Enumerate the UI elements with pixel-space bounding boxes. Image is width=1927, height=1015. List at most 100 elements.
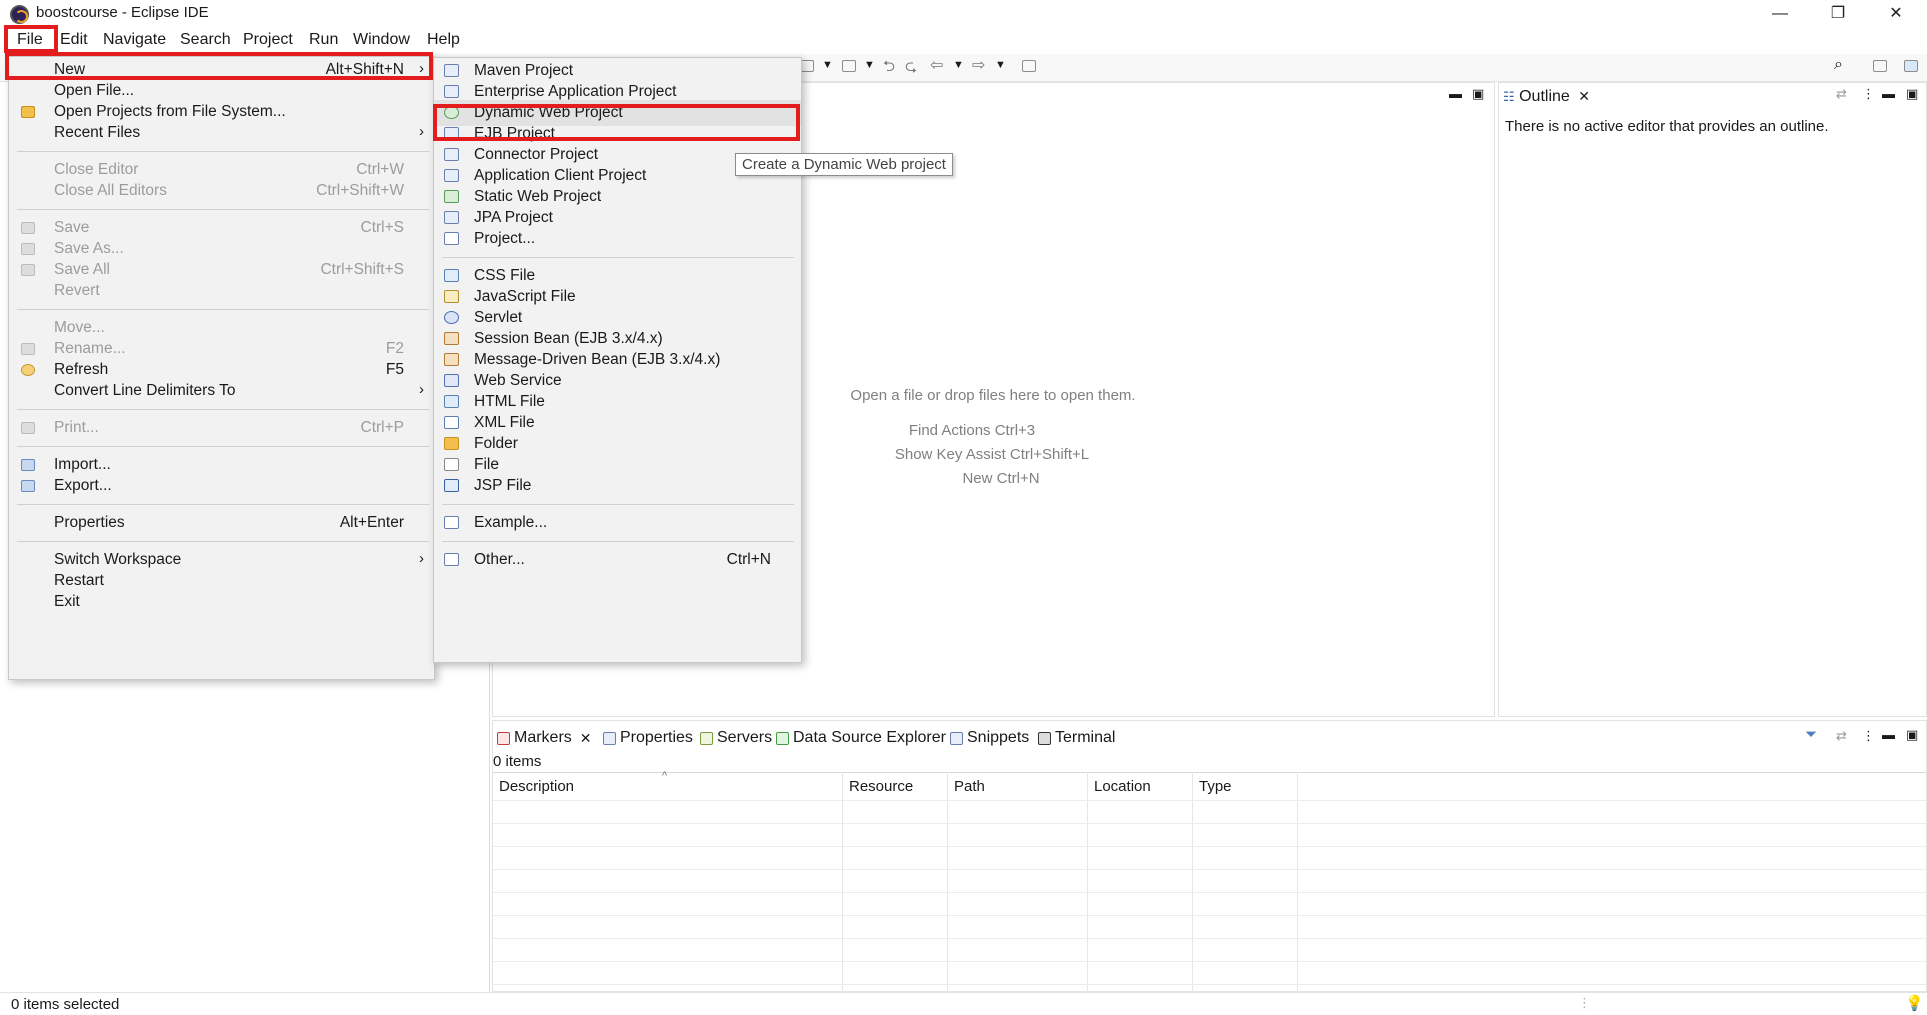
new-project[interactable]: Project... xyxy=(434,226,801,252)
eclipse-logo-icon xyxy=(10,5,29,24)
table-row xyxy=(493,892,1927,893)
dropdown-arrow-icon[interactable]: ▼ xyxy=(995,59,1006,71)
menu-window[interactable]: Window xyxy=(353,31,410,49)
column-divider xyxy=(1087,772,1088,992)
application-client-icon xyxy=(444,169,459,182)
toolbar-icon[interactable] xyxy=(842,60,856,72)
menu-item-label: Open Projects from File System... xyxy=(54,103,286,120)
back-icon[interactable]: ⇦ xyxy=(930,55,943,75)
servers-icon xyxy=(700,731,713,745)
table-row xyxy=(493,961,1927,962)
column-divider xyxy=(1297,772,1298,992)
new-jsp-file[interactable]: JSP File xyxy=(434,473,801,499)
file-menu-properties[interactable]: Properties Alt+Enter xyxy=(9,510,434,536)
menu-project[interactable]: Project xyxy=(243,31,293,49)
close-icon[interactable]: ✕ xyxy=(1578,88,1590,104)
save-all-icon xyxy=(21,264,35,276)
java-ee-perspective-icon[interactable] xyxy=(1904,60,1918,72)
pin-editor-icon[interactable] xyxy=(1022,60,1036,72)
menu-item-label: JavaScript File xyxy=(474,288,576,305)
menu-item-label: Convert Line Delimiters To xyxy=(54,382,236,399)
new-submenu: Maven Project Enterprise Application Pro… xyxy=(433,57,802,663)
tab-servers[interactable]: Servers xyxy=(700,729,772,747)
minimize-button[interactable]: — xyxy=(1751,0,1809,28)
menu-search[interactable]: Search xyxy=(180,31,231,49)
tab-properties[interactable]: Properties xyxy=(603,729,693,747)
view-menu-icon[interactable]: ⋮ xyxy=(1862,728,1875,744)
view-menu-icon[interactable]: ⋮ xyxy=(1862,86,1875,102)
title-bar xyxy=(0,0,1927,28)
filter-icon[interactable]: ⏷ xyxy=(1805,726,1817,743)
column-header-type[interactable]: Type xyxy=(1199,778,1232,795)
minimize-view-icon[interactable]: ▬ xyxy=(1449,86,1462,101)
menu-item-label: Servlet xyxy=(474,309,523,326)
menu-item-label: Open File... xyxy=(54,82,135,99)
tab-markers[interactable]: Markers ✕ xyxy=(497,729,592,747)
dropdown-arrow-icon[interactable]: ▼ xyxy=(953,59,964,71)
sync-icon[interactable]: ⇄ xyxy=(1836,86,1847,102)
next-edit-location-icon[interactable]: ⮎ xyxy=(905,56,917,81)
tab-data-source-explorer[interactable]: Data Source Explorer xyxy=(776,729,946,747)
tab-terminal[interactable]: Terminal xyxy=(1038,729,1115,747)
file-menu-convert-line-delimiters[interactable]: Convert Line Delimiters To › xyxy=(9,378,434,404)
lightbulb-icon[interactable]: 💡 xyxy=(1905,994,1924,1012)
column-header-description[interactable]: Description xyxy=(499,778,574,795)
maximize-view-icon[interactable]: ▣ xyxy=(1472,86,1484,102)
column-header-resource[interactable]: Resource xyxy=(849,778,913,795)
menu-item-shortcut: Ctrl+Shift+S xyxy=(320,261,404,278)
export-icon xyxy=(21,480,35,492)
column-header-location[interactable]: Location xyxy=(1094,778,1151,795)
menu-item-label: XML File xyxy=(474,414,535,431)
menu-help[interactable]: Help xyxy=(427,31,460,49)
last-edit-location-icon[interactable]: ⮌ xyxy=(883,56,895,81)
new-example[interactable]: Example... xyxy=(434,510,801,536)
properties-icon xyxy=(603,731,616,745)
folder-icon xyxy=(21,106,35,118)
toolbar-icon[interactable] xyxy=(800,60,814,72)
minimize-view-icon[interactable]: ▬ xyxy=(1882,727,1895,742)
menu-item-shortcut: Ctrl+W xyxy=(356,161,404,178)
file-menu-recent-files[interactable]: Recent Files › xyxy=(9,120,434,146)
file-menu-print[interactable]: Print... Ctrl+P xyxy=(9,415,434,441)
search-icon[interactable]: ⌕ xyxy=(1834,56,1843,74)
menu-separator xyxy=(17,151,429,152)
maximize-view-icon[interactable]: ▣ xyxy=(1906,727,1918,743)
file-menu-dropdown: New Alt+Shift+N › Open File... Open Proj… xyxy=(8,56,435,680)
folder-icon xyxy=(444,437,459,450)
menu-item-shortcut: Alt+Enter xyxy=(339,514,404,531)
sync-icon[interactable]: ⇄ xyxy=(1836,728,1847,744)
maximize-view-icon[interactable]: ▣ xyxy=(1906,86,1918,102)
menu-edit[interactable]: Edit xyxy=(60,31,88,49)
editor-open-hint: Open a file or drop files here to open t… xyxy=(850,387,1136,404)
menu-navigate[interactable]: Navigate xyxy=(103,31,166,49)
jsp-file-icon xyxy=(444,479,459,492)
status-text: 0 items selected xyxy=(11,996,120,1013)
menu-item-label: Move... xyxy=(54,319,105,336)
column-divider xyxy=(947,772,948,992)
menu-run[interactable]: Run xyxy=(309,31,338,49)
table-row xyxy=(493,984,1927,985)
dropdown-arrow-icon[interactable]: ▼ xyxy=(822,59,833,71)
file-menu-close-all-editors[interactable]: Close All Editors Ctrl+Shift+W xyxy=(9,178,434,204)
file-menu-exit[interactable]: Exit xyxy=(9,589,434,615)
tab-data-source-explorer-label: Data Source Explorer xyxy=(793,729,946,746)
restore-button[interactable]: ❐ xyxy=(1809,0,1867,28)
menu-item-shortcut: Ctrl+N xyxy=(726,551,771,568)
file-menu-export[interactable]: Export... xyxy=(9,473,434,499)
tab-outline[interactable]: ☷ Outline ✕ xyxy=(1503,88,1590,110)
new-other[interactable]: Other... Ctrl+N xyxy=(434,547,801,573)
close-icon[interactable]: ✕ xyxy=(580,730,592,747)
column-header-path[interactable]: Path xyxy=(954,778,985,795)
minimize-view-icon[interactable]: ▬ xyxy=(1882,86,1895,101)
file-menu-revert[interactable]: Revert xyxy=(9,278,434,304)
close-button[interactable]: ✕ xyxy=(1867,0,1925,28)
forward-icon[interactable]: ⇨ xyxy=(972,55,985,75)
menu-item-label: Maven Project xyxy=(474,62,574,79)
tab-snippets[interactable]: Snippets xyxy=(950,729,1029,747)
servlet-icon xyxy=(444,311,459,324)
menu-file[interactable]: File xyxy=(17,31,43,49)
menu-item-label: Recent Files xyxy=(54,124,141,141)
editor-key-assist-hint: Show Key Assist Ctrl+Shift+L xyxy=(894,446,1090,463)
dropdown-arrow-icon[interactable]: ▼ xyxy=(864,59,875,71)
open-perspective-icon[interactable] xyxy=(1873,60,1887,72)
